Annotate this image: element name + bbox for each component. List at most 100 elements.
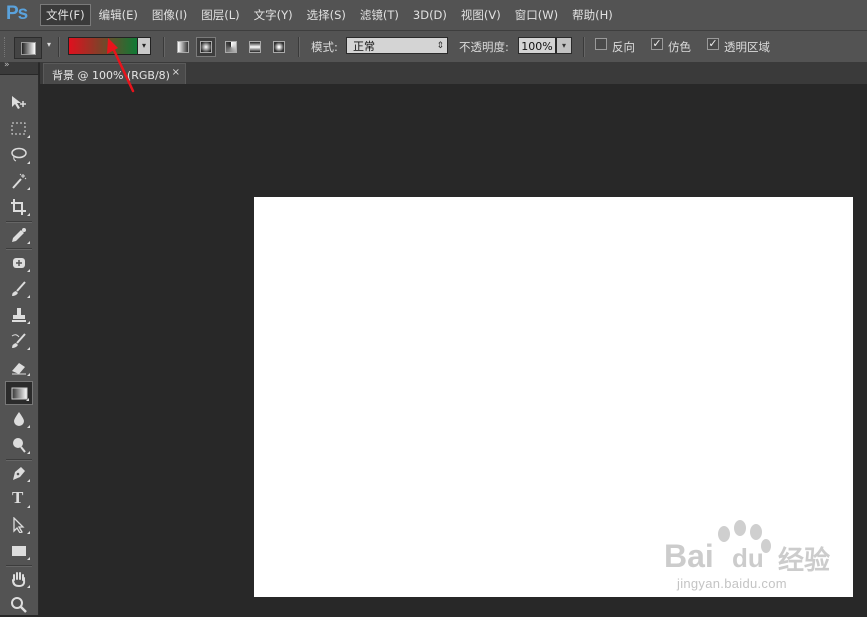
watermark-url: jingyan.baidu.com xyxy=(677,576,787,591)
lasso-tool[interactable] xyxy=(5,143,33,167)
divider xyxy=(58,37,60,57)
menu-edit[interactable]: 编辑(E) xyxy=(93,4,144,26)
tool-preset-picker[interactable] xyxy=(14,37,42,59)
submenu-indicator xyxy=(27,479,30,482)
zoom-tool[interactable] xyxy=(5,593,33,617)
dodge-icon xyxy=(13,438,26,453)
transparency-checkbox[interactable]: ✓ xyxy=(707,38,719,50)
toolbox: T xyxy=(0,75,39,615)
menu-3d[interactable]: 3D(D) xyxy=(407,5,453,25)
opacity-input[interactable]: 100% xyxy=(518,37,556,54)
type-tool[interactable]: T xyxy=(5,487,33,511)
submenu-indicator xyxy=(27,505,30,508)
watermark-label: 经验 xyxy=(778,545,831,575)
menu-bar: Ps 文件(F) 编辑(E) 图像(I) 图层(L) 文字(Y) 选择(S) 滤… xyxy=(0,0,867,30)
mode-select-value: 正常 xyxy=(353,40,375,53)
lasso-icon xyxy=(11,147,27,162)
annotation-arrow-icon xyxy=(107,38,135,93)
eraser-icon xyxy=(12,363,26,375)
submenu-indicator xyxy=(27,213,30,216)
submenu-indicator xyxy=(27,241,30,244)
baidu-jingyan-watermark: Bai du 经验 jingyan.baidu.com xyxy=(662,520,862,598)
submenu-indicator xyxy=(27,135,30,138)
diamond-gradient-icon xyxy=(273,41,285,53)
menu-file[interactable]: 文件(F) xyxy=(40,4,91,26)
submenu-indicator xyxy=(27,269,30,272)
gradient-tool[interactable] xyxy=(5,381,33,405)
angle-gradient-button[interactable] xyxy=(221,37,241,57)
updown-arrow-icon: ⇕ xyxy=(436,41,444,51)
hand-tool[interactable] xyxy=(5,567,33,591)
angle-gradient-icon xyxy=(225,41,237,53)
crop-tool[interactable] xyxy=(5,195,33,219)
hand-icon xyxy=(12,572,26,587)
submenu-indicator xyxy=(27,347,30,350)
divider xyxy=(6,248,32,250)
marquee-tool[interactable] xyxy=(5,117,33,141)
rectangle-tool[interactable] xyxy=(5,539,33,563)
collapse-icon[interactable]: » xyxy=(4,60,9,70)
svg-text:du: du xyxy=(732,543,764,573)
submenu-indicator xyxy=(27,321,30,324)
submenu-indicator xyxy=(27,295,30,298)
divider xyxy=(298,37,300,57)
radial-gradient-button[interactable] xyxy=(196,37,216,57)
rectangle-icon xyxy=(12,546,26,556)
clone-stamp-tool[interactable] xyxy=(5,303,33,327)
menu-items: 文件(F) 编辑(E) 图像(I) 图层(L) 文字(Y) 选择(S) 滤镜(T… xyxy=(40,0,621,30)
photoshop-logo: Ps xyxy=(6,3,28,24)
close-icon[interactable]: × xyxy=(172,67,180,78)
eyedropper-icon xyxy=(12,228,26,242)
move-icon xyxy=(12,96,26,109)
magic-wand-icon xyxy=(12,173,27,189)
options-bar-grip[interactable] xyxy=(4,37,9,57)
brush-tool[interactable] xyxy=(5,277,33,301)
menu-window[interactable]: 窗口(W) xyxy=(509,4,564,26)
pen-tool[interactable] xyxy=(5,461,33,485)
menu-view[interactable]: 视图(V) xyxy=(455,4,507,26)
eyedropper-tool[interactable] xyxy=(5,223,33,247)
gradient-tool-icon xyxy=(21,42,36,55)
magic-wand-tool[interactable] xyxy=(5,169,33,193)
zoom-icon xyxy=(11,597,27,613)
type-icon: T xyxy=(12,488,24,507)
submenu-indicator xyxy=(27,425,30,428)
healing-brush-tool[interactable] xyxy=(5,251,33,275)
marquee-icon xyxy=(11,122,26,135)
menu-type[interactable]: 文字(Y) xyxy=(248,4,299,26)
mode-select[interactable]: 正常 ⇕ xyxy=(346,37,448,54)
submenu-indicator xyxy=(27,187,30,190)
diamond-gradient-button[interactable] xyxy=(269,37,289,57)
menu-layer[interactable]: 图层(L) xyxy=(195,4,245,26)
eraser-tool[interactable] xyxy=(5,355,33,379)
menu-help[interactable]: 帮助(H) xyxy=(566,4,619,26)
path-selection-tool[interactable] xyxy=(5,513,33,537)
pen-icon xyxy=(13,467,25,480)
linear-gradient-icon xyxy=(177,41,189,53)
healing-brush-icon xyxy=(13,258,25,268)
linear-gradient-button[interactable] xyxy=(173,37,193,57)
clone-stamp-icon xyxy=(12,308,26,322)
submenu-indicator xyxy=(27,557,30,560)
divider xyxy=(163,37,165,57)
document-tab-strip: 背景 @ 100% (RGB/8) × xyxy=(40,62,867,85)
dodge-tool[interactable] xyxy=(5,433,33,457)
history-brush-tool[interactable] xyxy=(5,329,33,353)
submenu-indicator xyxy=(26,398,29,401)
submenu-indicator xyxy=(27,531,30,534)
menu-image[interactable]: 图像(I) xyxy=(146,4,193,26)
move-tool[interactable] xyxy=(5,91,33,115)
reverse-checkbox[interactable] xyxy=(595,38,607,50)
blur-tool[interactable] xyxy=(5,407,33,431)
reflected-gradient-button[interactable] xyxy=(245,37,265,57)
baidu-paw-icon: Bai du xyxy=(664,520,771,574)
menu-select[interactable]: 选择(S) xyxy=(301,4,352,26)
brush-icon xyxy=(12,281,26,296)
submenu-indicator xyxy=(27,373,30,376)
menu-filter[interactable]: 滤镜(T) xyxy=(354,4,405,26)
opacity-label: 不透明度: xyxy=(459,40,509,54)
chevron-down-icon[interactable]: ▾ xyxy=(47,40,51,49)
svg-text:Bai: Bai xyxy=(664,538,714,574)
opacity-slider-dropdown[interactable]: ▾ xyxy=(556,37,572,54)
dither-checkbox[interactable]: ✓ xyxy=(651,38,663,50)
